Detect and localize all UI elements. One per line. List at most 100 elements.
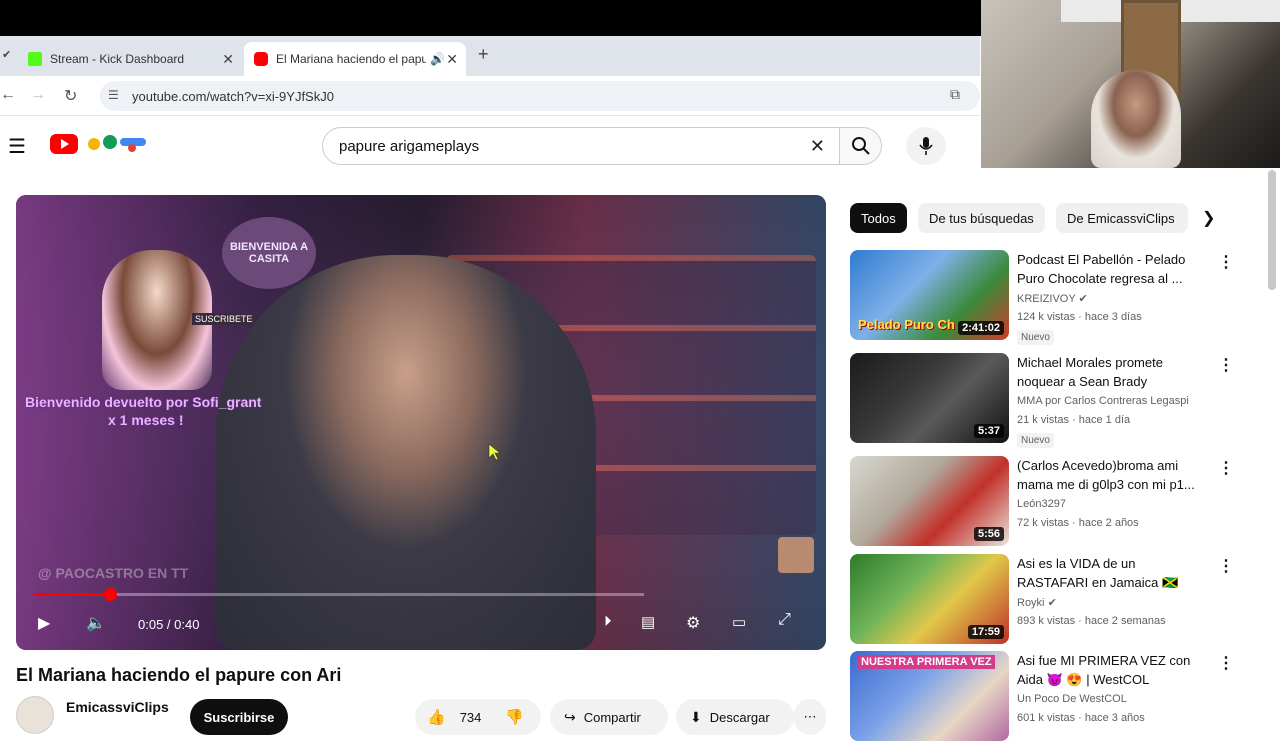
voice-search-button[interactable] — [906, 127, 946, 165]
site-info-icon[interactable]: ☰ — [108, 88, 119, 102]
video-player[interactable]: BIENVENIDA A CASITA SUSCRIBETE Bienvenid… — [16, 195, 826, 650]
recommendation-item[interactable]: NUESTRA PRIMERA VEZ Asi fue MI PRIMERA V… — [850, 651, 1250, 743]
video-meta: 601 k vistas · hace 3 años — [1017, 712, 1145, 724]
install-app-icon[interactable]: ⧉ — [950, 86, 960, 103]
chip-label: De EmicassviClips — [1067, 210, 1175, 226]
video-meta: 893 k vistas · hace 2 semanas — [1017, 615, 1166, 627]
channel-avatar[interactable] — [16, 696, 54, 734]
more-vertical-icon[interactable]: ⋮ — [1218, 458, 1234, 478]
forward-arrow-icon[interactable]: → — [30, 86, 46, 104]
welcome-balloon: BIENVENIDA A CASITA — [222, 217, 316, 289]
recommendation-item[interactable]: 17:59 Asi es la VIDA de un RASTAFARI en … — [850, 554, 1250, 646]
chip-todos[interactable]: Todos — [850, 203, 907, 233]
download-button[interactable]: ⬇ Descargar — [676, 699, 794, 735]
share-label: Compartir — [583, 709, 641, 725]
video-title: El Mariana haciendo el papure con Ari — [16, 665, 342, 685]
more-actions-button[interactable]: ⋯ — [794, 699, 826, 735]
time-display: 0:05 / 0:40 — [138, 617, 200, 632]
tab-label: El Mariana haciendo el papu — [276, 52, 426, 66]
months-overlay-text: x 1 meses ! — [108, 412, 184, 428]
speaker-icon[interactable]: 🔊 — [430, 52, 445, 66]
fullscreen-icon[interactable]: ⤢ — [778, 611, 791, 629]
more-vertical-icon[interactable]: ⋮ — [1218, 556, 1234, 576]
subscribe-sign: SUSCRIBETE — [192, 313, 256, 325]
chip-de-channel[interactable]: De EmicassviClips — [1056, 203, 1188, 233]
video-meta: 72 k vistas · hace 2 años — [1017, 517, 1139, 529]
video-thumbnail[interactable]: 5:56 — [850, 456, 1009, 546]
subscribe-button[interactable]: Suscribirse — [190, 699, 288, 735]
chip-de-tus-busquedas[interactable]: De tus búsquedas — [918, 203, 1045, 233]
thumbs-up-icon[interactable]: 👍 — [427, 708, 446, 726]
channel-name[interactable]: Royki ✔ — [1017, 596, 1057, 609]
url-field[interactable]: ☰ youtube.com/watch?v=xi-9YJfSkJ0 ⧉ — [100, 81, 980, 111]
duration-badge: 5:56 — [973, 527, 1004, 541]
thumbnail-text: Pelado Puro Ch — [858, 317, 955, 332]
theater-mode-icon[interactable]: ▭ — [732, 613, 746, 631]
watermark-text: @ PAOCASTRO EN TT — [38, 565, 189, 581]
channel-name[interactable]: León3297 — [1017, 498, 1066, 510]
tab-youtube-video[interactable]: El Mariana haciendo el papu 🔊 ✕ — [244, 42, 466, 76]
menu-icon[interactable]: ☰ — [8, 134, 26, 159]
page-scrollbar[interactable] — [1268, 170, 1276, 290]
tab-dropdown-icon[interactable]: ✔ — [2, 48, 11, 61]
video-thumbnail[interactable]: Pelado Puro Ch 2:41:02 — [850, 250, 1009, 340]
recommendation-item[interactable]: 5:37 Michael Morales promete noquear a S… — [850, 353, 1250, 448]
close-tab-icon[interactable]: ✕ — [446, 51, 458, 68]
search-button[interactable] — [840, 127, 882, 165]
video-title[interactable]: Podcast El Pabellón - Pelado Puro Chocol… — [1017, 250, 1207, 288]
back-arrow-icon[interactable]: ← — [0, 86, 16, 104]
share-button[interactable]: ↪ Compartir — [550, 699, 668, 735]
video-thumbnail[interactable]: 5:37 — [850, 353, 1009, 443]
autoplay-toggle[interactable]: ⏵ — [604, 613, 612, 630]
video-thumbnail[interactable]: NUESTRA PRIMERA VEZ — [850, 651, 1009, 741]
channel-name[interactable]: MMA por Carlos Contreras Legaspi — [1017, 395, 1189, 407]
duration-badge: 2:41:02 — [958, 321, 1004, 335]
chevron-right-icon[interactable]: ❯ — [1202, 208, 1215, 228]
video-progress-bar[interactable] — [34, 588, 644, 601]
channel-name[interactable]: KREIZIVOY ✔ — [1017, 292, 1088, 305]
download-label: Descargar — [709, 709, 770, 725]
person-in-video — [216, 255, 596, 650]
search-icon — [851, 137, 870, 155]
search-input[interactable]: papure arigameplays ✕ — [322, 127, 840, 165]
download-icon: ⬇ — [690, 708, 702, 725]
video-title[interactable]: (Carlos Acevedo)broma ami mama me di g0l… — [1017, 456, 1207, 494]
clear-search-icon[interactable]: ✕ — [810, 136, 825, 157]
reload-icon[interactable]: ↻ — [64, 86, 77, 106]
more-vertical-icon[interactable]: ⋮ — [1218, 252, 1234, 272]
duration-badge: 5:37 — [973, 424, 1004, 438]
url-text: youtube.com/watch?v=xi-9YJfSkJ0 — [132, 88, 334, 104]
video-title[interactable]: Michael Morales promete noquear a Sean B… — [1017, 353, 1207, 391]
recommendation-item[interactable]: Pelado Puro Ch 2:41:02 Podcast El Pabell… — [850, 250, 1250, 345]
duration-badge: 17:59 — [967, 625, 1004, 639]
channel-name[interactable]: EmicassviClips — [66, 699, 169, 715]
more-vertical-icon[interactable]: ⋮ — [1218, 355, 1234, 375]
video-title[interactable]: Asi fue MI PRIMERA VEZ con Aida 😈 😍 | We… — [1017, 651, 1207, 689]
settings-gear-icon[interactable]: ⚙ — [686, 613, 700, 633]
doodle-logo[interactable] — [80, 132, 148, 156]
new-badge: Nuevo — [1017, 433, 1054, 448]
recommendation-item[interactable]: 5:56 (Carlos Acevedo)broma ami mama me d… — [850, 456, 1250, 548]
tab-kick-dashboard[interactable]: Stream - Kick Dashboard ✕ — [18, 42, 242, 76]
channel-watermark[interactable] — [778, 537, 814, 573]
video-title[interactable]: Asi es la VIDA de un RASTAFARI en Jamaic… — [1017, 554, 1207, 592]
search-query: papure arigameplays — [339, 137, 480, 155]
more-horizontal-icon: ⋯ — [803, 709, 817, 724]
kick-icon — [28, 52, 42, 66]
browser-address-bar: ← → ↻ ☰ youtube.com/watch?v=xi-9YJfSkJ0 … — [0, 76, 980, 116]
more-vertical-icon[interactable]: ⋮ — [1218, 653, 1234, 673]
youtube-icon — [254, 52, 268, 66]
youtube-logo[interactable] — [50, 134, 78, 154]
verified-icon: ✔ — [1078, 293, 1088, 305]
new-tab-button[interactable]: + — [478, 44, 489, 65]
subtitles-icon[interactable]: ▤ — [641, 613, 655, 631]
volume-icon[interactable]: 🔈 — [86, 613, 106, 633]
tab-label: Stream - Kick Dashboard — [50, 52, 185, 66]
thumbs-down-icon[interactable]: 👎 — [505, 708, 524, 726]
close-tab-icon[interactable]: ✕ — [222, 51, 234, 68]
channel-name[interactable]: Un Poco De WestCOL — [1017, 693, 1127, 705]
play-icon[interactable]: ▶ — [38, 613, 50, 633]
video-thumbnail[interactable]: 17:59 — [850, 554, 1009, 644]
subscribe-label: Suscribirse — [203, 709, 275, 725]
share-icon: ↪ — [564, 708, 576, 725]
